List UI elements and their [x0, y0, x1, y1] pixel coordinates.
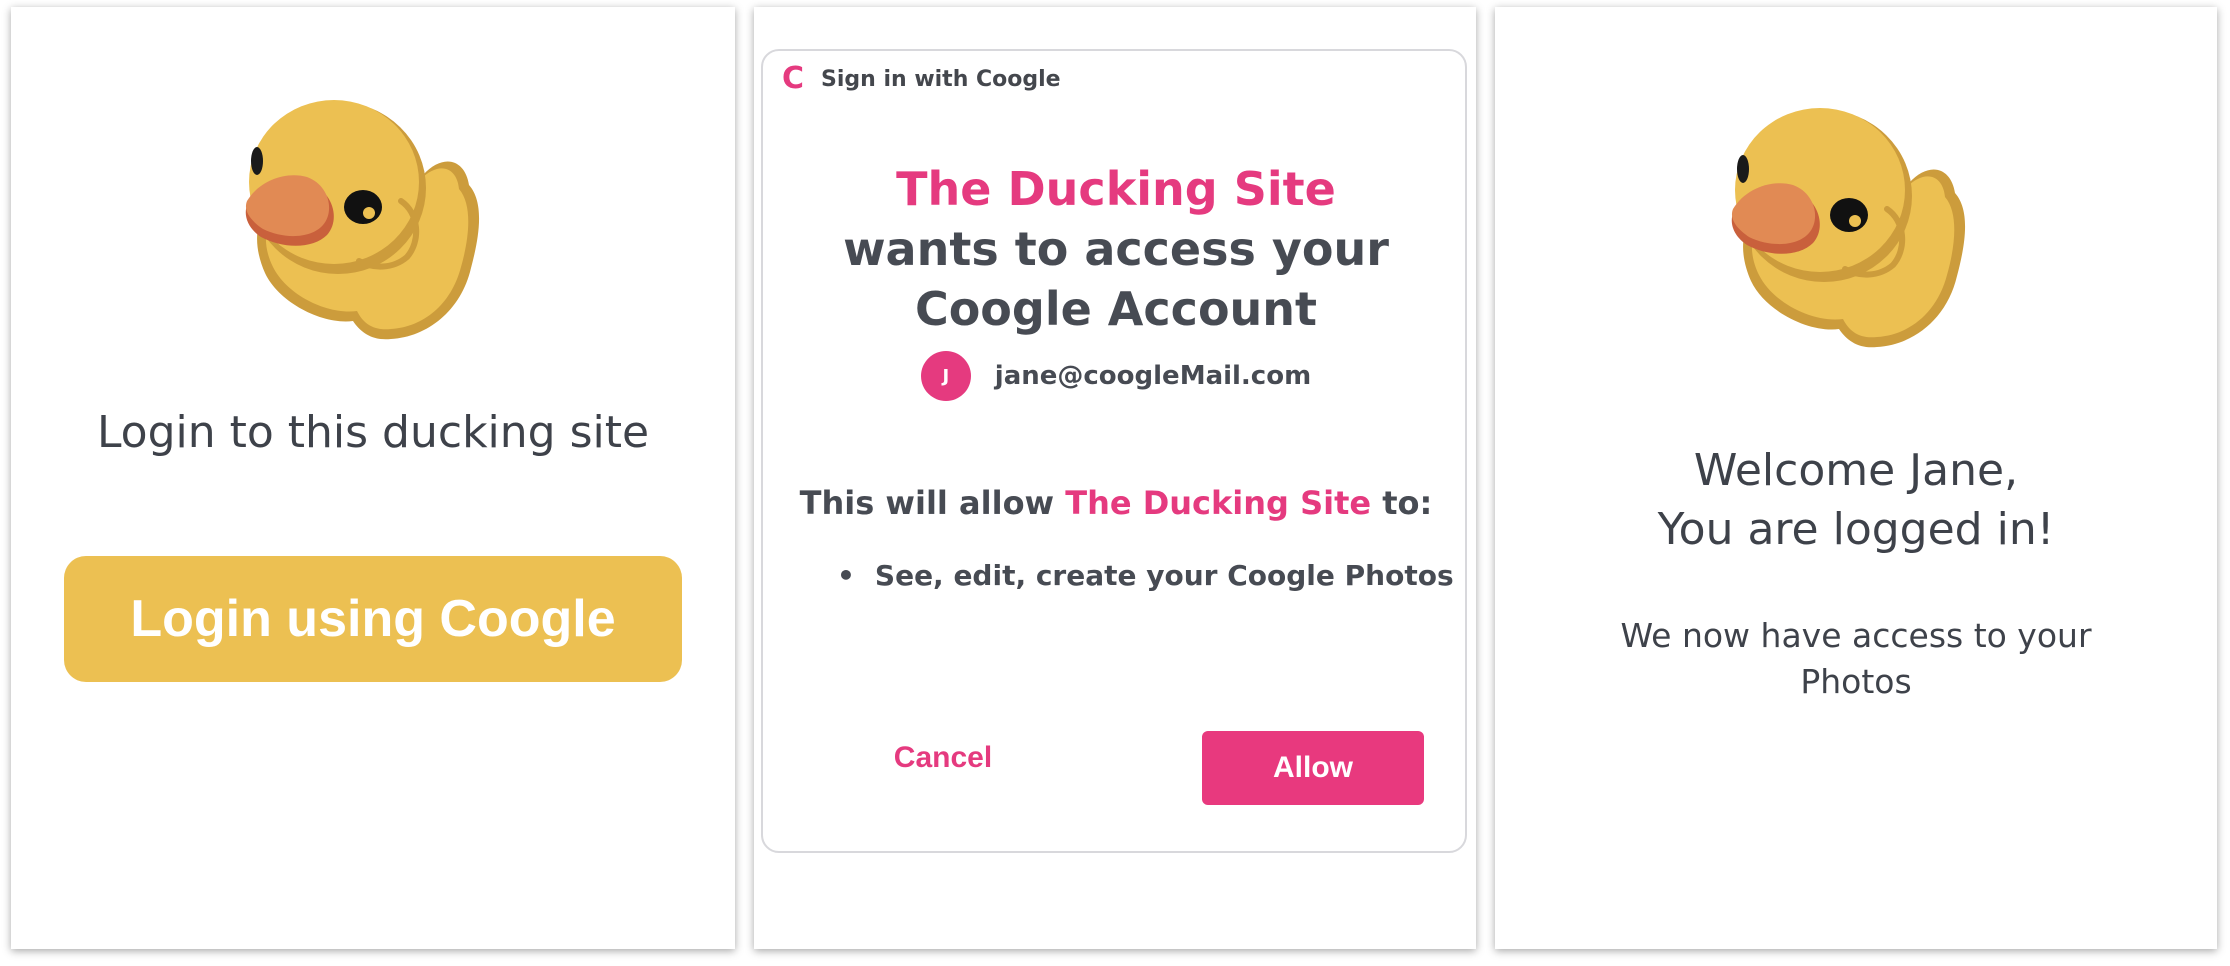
account-chip[interactable]: J jane@coogleMail.com [763, 351, 1469, 401]
login-screen: Login to this ducking site Login using C… [11, 7, 735, 949]
permission-text: See, edit, create your Coogle Photos [874, 559, 1454, 592]
consent-screen: C Sign in with Coogle The Ducking Site w… [754, 7, 1476, 949]
access-line-1: We now have access to your [1620, 616, 2092, 655]
allow-button[interactable]: Allow [1202, 731, 1424, 805]
cancel-button[interactable]: Cancel [863, 731, 1023, 785]
allow-suffix: to: [1382, 484, 1433, 522]
permission-list-item: • See, edit, create your Coogle Photos [837, 559, 1454, 592]
dialog-title: The Ducking Site wants to access your Co… [783, 159, 1449, 339]
access-message: We now have access to your Photos [1495, 613, 2217, 705]
coogle-logo-icon: C [781, 61, 805, 96]
site-name: The Ducking Site [896, 162, 1336, 216]
welcome-message: Welcome Jane, You are logged in! [1495, 441, 2217, 559]
consent-dialog: C Sign in with Coogle The Ducking Site w… [761, 49, 1467, 853]
login-title: Login to this ducking site [96, 407, 650, 458]
permission-intro: This will allow The Ducking Site to: [763, 484, 1469, 522]
dialog-header: C Sign in with Coogle [779, 61, 1061, 96]
avatar: J [920, 351, 971, 401]
allow-prefix: This will allow [799, 484, 1055, 522]
dialog-header-title: Sign in with Coogle [821, 66, 1061, 92]
account-email: jane@coogleMail.com [994, 361, 1312, 391]
welcome-line-1: Welcome Jane, [1693, 445, 2019, 496]
login-with-coogle-button[interactable]: Login using Coogle [64, 556, 682, 682]
welcome-screen: Welcome Jane, You are logged in! We now … [1495, 7, 2217, 949]
access-line-2: Photos [1800, 662, 1912, 701]
allow-site-name: The Ducking Site [1065, 484, 1372, 522]
bullet-icon: • [837, 559, 855, 592]
welcome-line-2: You are logged in! [1657, 504, 2055, 555]
access-request-text: wants to access your Coogle Account [843, 222, 1389, 336]
rubber-duck-icon [1731, 108, 1966, 348]
rubber-duck-icon [245, 100, 480, 340]
